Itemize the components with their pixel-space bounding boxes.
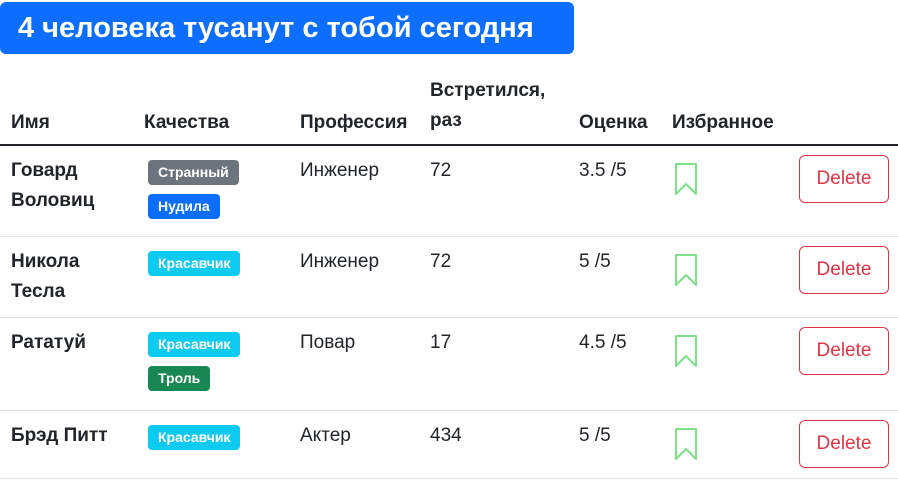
person-name: Брэд Питт xyxy=(11,425,108,446)
met-count-cell: 72 xyxy=(430,160,452,181)
delete-button[interactable]: Delete xyxy=(799,155,889,203)
table-row: Брэд Питт Красавчик Актер 434 5 /5 Delete xyxy=(0,411,898,479)
delete-button[interactable]: Delete xyxy=(799,420,889,468)
table-row: Говард Воловиц Странный Нудила Инженер 72 3.5… xyxy=(0,146,898,237)
bookmark-icon[interactable] xyxy=(674,334,698,368)
rating-cell: 4.5 /5 xyxy=(579,332,627,353)
quality-badge: Красавчик xyxy=(148,425,241,450)
table-header: Имя Качества Профессия Встретился, раз О… xyxy=(0,74,898,146)
qualities-list: Красавчик Троль xyxy=(148,332,268,400)
profession-cell: Инженер xyxy=(300,251,380,272)
delete-button[interactable]: Delete xyxy=(799,327,889,375)
bookmark-icon[interactable] xyxy=(674,253,698,287)
rating-cell: 3.5 /5 xyxy=(579,160,627,181)
quality-badge: Красавчик xyxy=(148,332,241,357)
page-title-banner: 4 человека тусанут с тобой сегодня xyxy=(0,2,574,54)
profession-cell: Повар xyxy=(300,332,356,353)
table-row: Рататуй Красавчик Троль Повар 17 4.5 /5 Delete xyxy=(0,318,898,411)
header-favorite[interactable]: Избранное xyxy=(672,108,774,138)
quality-badge: Троль xyxy=(148,366,211,391)
delete-button[interactable]: Delete xyxy=(799,246,889,294)
header-name[interactable]: Имя xyxy=(11,108,50,138)
profession-cell: Актер xyxy=(300,425,351,446)
person-name: Никола Тесла xyxy=(11,251,80,302)
header-profession[interactable]: Профессия xyxy=(300,108,407,138)
profession-cell: Инженер xyxy=(300,160,380,181)
met-count-cell: 72 xyxy=(430,251,452,272)
bookmark-icon[interactable] xyxy=(674,427,698,461)
met-count-cell: 434 xyxy=(430,425,462,446)
rating-cell: 5 /5 xyxy=(579,251,611,272)
quality-badge: Странный xyxy=(148,160,239,185)
header-qualities[interactable]: Качества xyxy=(144,108,229,138)
rating-cell: 5 /5 xyxy=(579,425,611,446)
person-name: Рататуй xyxy=(11,332,86,353)
table-row: Никола Тесла Красавчик Инженер 72 5 /5 Delete xyxy=(0,237,898,318)
qualities-list: Красавчик xyxy=(148,251,268,285)
header-met[interactable]: Встретился, раз xyxy=(430,76,560,136)
person-name: Говард Воловиц xyxy=(11,160,95,211)
qualities-list: Странный Нудила xyxy=(148,160,268,228)
header-rating[interactable]: Оценка xyxy=(579,108,648,138)
quality-badge: Нудила xyxy=(148,194,220,219)
qualities-list: Красавчик xyxy=(148,425,268,459)
met-count-cell: 17 xyxy=(430,332,452,353)
quality-badge: Красавчик xyxy=(148,251,241,276)
bookmark-icon[interactable] xyxy=(674,162,698,196)
